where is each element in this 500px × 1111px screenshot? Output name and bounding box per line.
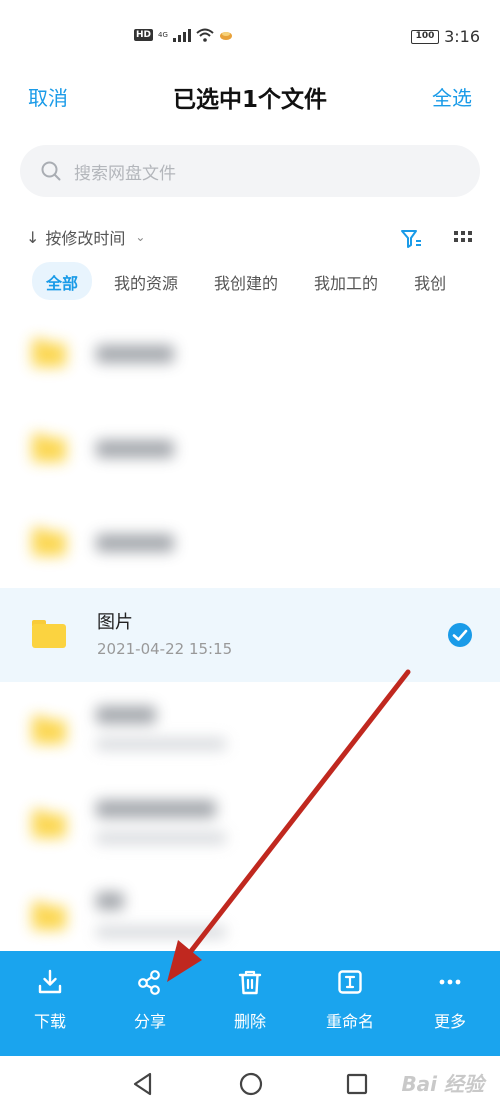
select-all-button[interactable]: 全选 xyxy=(432,82,472,111)
folder-icon xyxy=(32,434,66,462)
list-item[interactable] xyxy=(0,494,500,588)
selected-file-row[interactable]: 图片 2021-04-22 15:15 xyxy=(0,588,500,682)
status-right: 100 3:16 xyxy=(411,27,480,46)
list-item[interactable] xyxy=(0,682,500,776)
sort-label: 按修改时间 xyxy=(45,229,126,248)
tab-my-resources[interactable]: 我的资源 xyxy=(100,262,192,300)
download-button[interactable]: 下载 xyxy=(0,951,100,1056)
download-icon xyxy=(38,969,62,994)
search-placeholder: 搜索网盘文件 xyxy=(74,163,176,184)
list-item[interactable] xyxy=(0,868,500,951)
watermark: Bai 经验 xyxy=(401,1072,484,1096)
file-date-blurred xyxy=(96,926,226,938)
file-date-blurred xyxy=(96,738,226,750)
share-label: 分享 xyxy=(133,1012,166,1031)
tab-more[interactable]: 我创 xyxy=(400,262,460,300)
share-button[interactable]: 分享 xyxy=(100,951,200,1056)
sort-row: ↓ 按修改时间 ⌄ xyxy=(26,225,476,253)
status-icons: HD 4G xyxy=(134,28,233,42)
more-button[interactable]: 更多 xyxy=(400,951,500,1056)
tab-created[interactable]: 我创建的 xyxy=(200,262,292,300)
wifi-icon xyxy=(196,28,214,42)
app-notification-icon xyxy=(219,32,232,40)
category-tabs: 全部 我的资源 我创建的 我加工的 我创 xyxy=(32,262,500,300)
file-date: 2021-04-22 15:15 xyxy=(97,640,233,658)
more-label: 更多 xyxy=(433,1012,466,1031)
battery-icon: 100 xyxy=(411,29,440,44)
recent-apps-icon[interactable] xyxy=(344,1071,370,1097)
download-label: 下载 xyxy=(33,1012,66,1031)
more-icon xyxy=(439,979,461,985)
folder-icon xyxy=(32,810,66,838)
action-bar: 下载 分享 删除 重命名 更多 xyxy=(0,951,500,1056)
folder-icon xyxy=(32,620,66,648)
cancel-button[interactable]: 取消 xyxy=(28,82,68,111)
file-name-blurred xyxy=(96,800,216,818)
hd-badge: HD xyxy=(134,29,154,41)
folder-icon xyxy=(32,716,66,744)
file-name-blurred xyxy=(96,534,174,552)
search-icon xyxy=(41,161,61,181)
page-title: 已选中1个文件 xyxy=(172,87,327,113)
file-name-blurred xyxy=(96,345,174,363)
grid-view-icon[interactable] xyxy=(454,231,472,245)
back-icon[interactable] xyxy=(130,1071,156,1097)
file-name-blurred xyxy=(96,892,124,910)
chevron-down-icon: ⌄ xyxy=(135,230,146,244)
folder-icon xyxy=(32,528,66,556)
list-item[interactable] xyxy=(0,305,500,399)
folder-icon xyxy=(32,339,66,367)
tab-processed[interactable]: 我加工的 xyxy=(300,262,392,300)
system-nav-bar: Bai 经验 xyxy=(0,1056,500,1111)
file-name-blurred xyxy=(96,440,174,458)
folder-icon xyxy=(32,902,66,930)
file-name-blurred xyxy=(96,706,156,724)
sort-arrow-icon: ↓ xyxy=(26,227,40,247)
rename-button[interactable]: 重命名 xyxy=(300,951,400,1056)
list-item[interactable] xyxy=(0,400,500,494)
delete-button[interactable]: 删除 xyxy=(200,951,300,1056)
file-date-blurred xyxy=(96,832,226,844)
list-item[interactable] xyxy=(0,776,500,870)
share-icon xyxy=(138,970,160,995)
network-type: 4G xyxy=(158,30,168,39)
checkmark-icon[interactable] xyxy=(447,622,473,648)
file-name: 图片 xyxy=(97,612,133,633)
delete-label: 删除 xyxy=(233,1012,266,1031)
rename-label: 重命名 xyxy=(325,1012,374,1031)
rename-icon xyxy=(338,970,362,994)
search-input[interactable]: 搜索网盘文件 xyxy=(20,145,480,197)
filter-icon[interactable] xyxy=(400,229,422,249)
clock: 3:16 xyxy=(444,27,480,46)
tab-all[interactable]: 全部 xyxy=(32,262,93,300)
selection-header: 取消 已选中1个文件 全选 xyxy=(0,72,500,122)
home-icon[interactable] xyxy=(238,1071,264,1097)
signal-icon xyxy=(172,28,191,42)
trash-icon xyxy=(238,970,262,995)
status-bar: HD 4G 100 3:16 xyxy=(0,0,500,70)
